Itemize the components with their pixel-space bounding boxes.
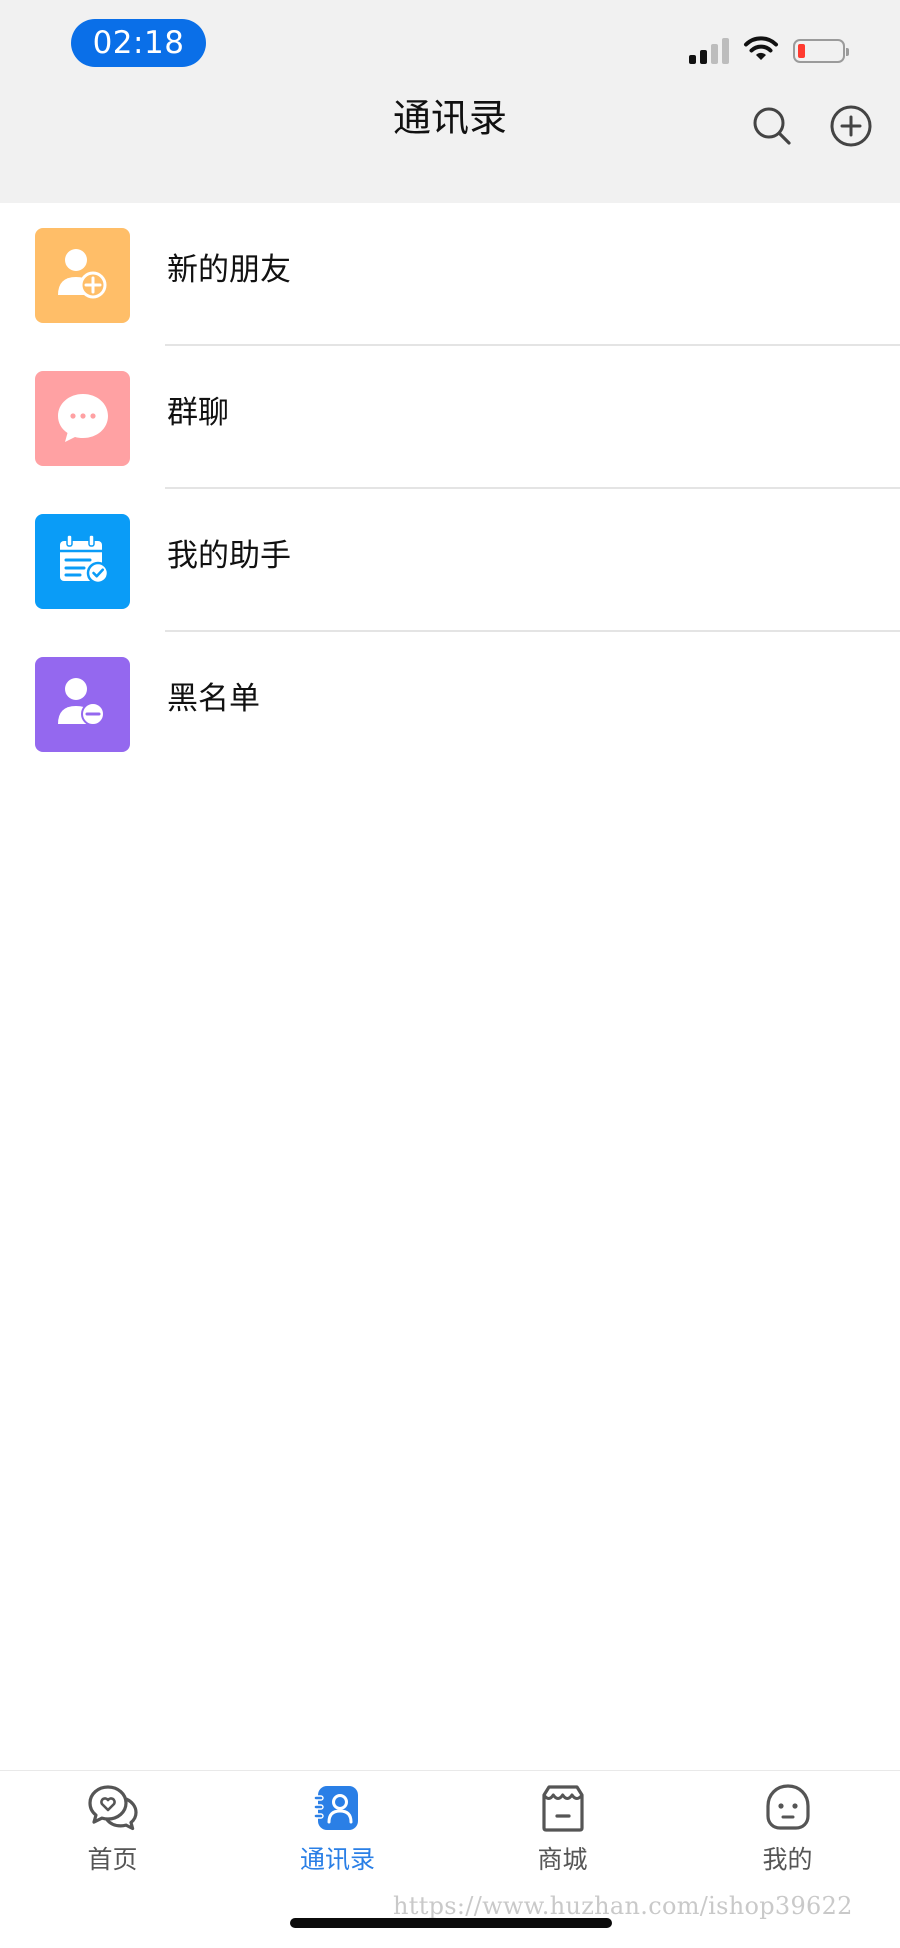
cellular-signal-icon (689, 38, 729, 64)
list-item-my-assistant[interactable]: 我的助手 (0, 489, 900, 632)
tab-store[interactable]: 商城 (450, 1771, 675, 1881)
wifi-icon (743, 35, 779, 67)
top-bar: 02:18 通讯录 (0, 0, 900, 203)
assistant-tile (35, 514, 130, 609)
home-indicator[interactable] (290, 1918, 612, 1928)
assistant-calendar-icon (52, 529, 114, 595)
tab-home[interactable]: 首页 (0, 1771, 225, 1881)
tab-label: 首页 (87, 1845, 138, 1874)
list-item-blacklist[interactable]: 黑名单 (0, 632, 900, 775)
blacklist-tile (35, 657, 130, 752)
search-button[interactable] (748, 104, 796, 152)
tab-profile[interactable]: 我的 (675, 1771, 900, 1881)
watermark-text: https://www.huzhan.com/ishop39622 (393, 1892, 853, 1920)
group-chat-icon (52, 386, 114, 452)
group-chat-tile (35, 371, 130, 466)
battery-level (798, 44, 805, 58)
add-button[interactable] (827, 104, 875, 152)
home-chat-icon (85, 1780, 141, 1836)
status-time: 02:18 (71, 19, 206, 67)
add-friend-icon (52, 243, 114, 309)
battery-icon (793, 39, 849, 63)
tab-label: 通讯录 (299, 1845, 375, 1874)
list-item-label: 群聊 (167, 395, 229, 431)
new-friends-tile (35, 228, 130, 323)
list-item-group-chat[interactable]: 群聊 (0, 346, 900, 489)
search-icon (751, 105, 793, 151)
list-item-label: 新的朋友 (167, 252, 291, 288)
list-item-new-friends[interactable]: 新的朋友 (0, 203, 900, 346)
blacklist-icon (52, 672, 114, 738)
profile-icon (760, 1780, 816, 1836)
tab-label: 我的 (762, 1845, 813, 1874)
list-item-label: 我的助手 (167, 538, 291, 574)
tab-label: 商城 (537, 1845, 588, 1874)
tab-contacts[interactable]: 通讯录 (225, 1771, 450, 1881)
contacts-menu-list: 新的朋友 群聊 我的助手 黑名单 (0, 203, 900, 775)
plus-circle-icon (829, 104, 873, 152)
contacts-icon (310, 1780, 366, 1836)
list-item-label: 黑名单 (167, 681, 260, 717)
status-icons (689, 31, 849, 71)
store-icon (535, 1780, 591, 1836)
